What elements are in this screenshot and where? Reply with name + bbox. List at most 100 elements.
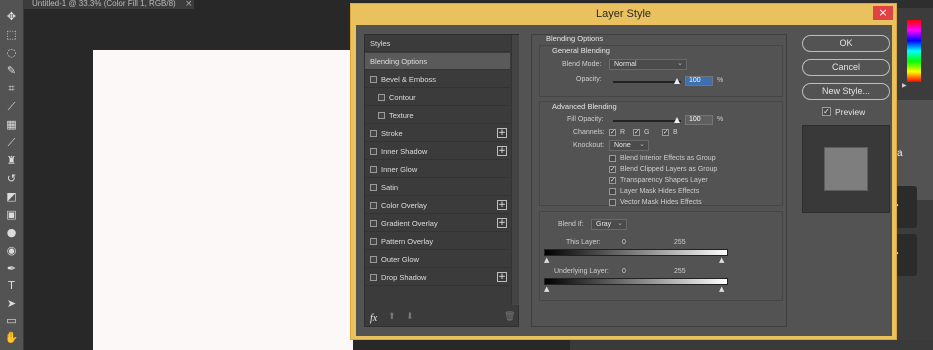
checkbox[interactable] — [370, 130, 377, 137]
document-tab[interactable]: Untitled-1 @ 33.3% (Color Fill 1, RGB/8) — [24, 0, 194, 9]
checkbox[interactable] — [370, 202, 377, 209]
checkbox[interactable] — [378, 94, 385, 101]
checkbox[interactable] — [370, 166, 377, 173]
style-item-texture[interactable]: Texture — [365, 107, 510, 124]
preview-checkbox[interactable]: ✓ — [822, 107, 831, 116]
style-item-drop-shadow[interactable]: Drop Shadow + — [365, 269, 510, 286]
fx-icon[interactable]: fx — [370, 313, 377, 324]
gradient-icon[interactable]: ▣ — [3, 207, 20, 222]
underlying-white-slider[interactable]: ▲ — [719, 285, 724, 293]
add-icon[interactable]: + — [497, 218, 507, 228]
dodge-icon[interactable]: ◉ — [3, 243, 20, 258]
new-style-button[interactable]: New Style... — [802, 83, 890, 100]
checkbox[interactable] — [370, 274, 377, 281]
shape-icon[interactable]: ▭ — [3, 313, 20, 328]
styles-header[interactable]: Styles — [365, 35, 510, 52]
trash-icon[interactable]: 🗑 — [504, 312, 515, 322]
close-icon[interactable]: × — [185, 0, 193, 9]
channel-g-checkbox[interactable]: ✓ — [633, 129, 640, 136]
style-item-stroke[interactable]: Stroke + — [365, 125, 510, 142]
path-select-icon[interactable]: ➤ — [3, 296, 20, 311]
channel-b-checkbox[interactable]: ✓ — [662, 129, 669, 136]
color-spectrum-bar[interactable] — [907, 20, 921, 82]
add-icon[interactable]: + — [497, 272, 507, 282]
add-icon[interactable]: + — [497, 128, 507, 138]
channel-b-label: B — [673, 129, 678, 136]
blend-interior-checkbox[interactable] — [609, 155, 616, 162]
checkbox[interactable] — [370, 238, 377, 245]
spectrum-pointer-icon: ▶ — [902, 82, 907, 89]
cancel-button[interactable]: Cancel — [802, 59, 890, 76]
style-item-gradient-overlay[interactable]: Gradient Overlay + — [365, 215, 510, 232]
style-item-label: Blending Options — [370, 57, 428, 66]
opacity-input[interactable]: 100 — [685, 76, 713, 86]
type-icon[interactable]: T — [3, 278, 20, 293]
channel-r-checkbox[interactable]: ✓ — [609, 129, 616, 136]
stamp-icon[interactable]: ♜ — [3, 153, 20, 168]
chevron-down-icon: ⌄ — [617, 219, 623, 227]
history-brush-icon[interactable]: ↺ — [3, 171, 20, 186]
lasso-icon[interactable]: ◌ — [3, 45, 20, 60]
healing-icon[interactable]: ▦ — [3, 117, 20, 132]
underlying-black-slider[interactable]: ▲ — [544, 285, 549, 293]
vector-mask-hides-checkbox[interactable] — [609, 199, 616, 206]
fill-opacity-slider[interactable] — [613, 120, 681, 122]
eyedropper-icon[interactable]: ⟋ — [3, 99, 20, 114]
checkbox[interactable] — [378, 112, 385, 119]
move-icon[interactable]: ✥ — [3, 9, 20, 24]
pen-icon[interactable]: ✒ — [3, 261, 20, 276]
layer-mask-hides-checkbox[interactable] — [609, 188, 616, 195]
channel-g-label: G — [644, 129, 650, 136]
checkbox[interactable] — [370, 256, 377, 263]
document-canvas[interactable] — [93, 50, 353, 350]
opacity-slider-thumb[interactable] — [674, 78, 680, 84]
knockout-select[interactable]: None ⌄ — [609, 140, 649, 151]
crop-icon[interactable]: ⌗ — [3, 81, 20, 96]
add-icon[interactable]: + — [497, 200, 507, 210]
blend-mode-select[interactable]: Normal ⌄ — [609, 59, 687, 70]
underlying-gradient[interactable] — [544, 278, 728, 285]
blend-clipped-checkbox[interactable]: ✓ — [609, 166, 616, 173]
brush-icon[interactable]: ⟋ — [3, 135, 20, 150]
style-item-color-overlay[interactable]: Color Overlay + — [365, 197, 510, 214]
style-item-inner-glow[interactable]: Inner Glow — [365, 161, 510, 178]
move-down-icon[interactable]: ⬇ — [406, 312, 414, 322]
blending-options-panel: Blending Options General Blending Blend … — [531, 34, 787, 327]
close-button[interactable]: × — [873, 6, 893, 20]
quick-select-icon[interactable]: ✎ — [3, 63, 20, 78]
style-item-inner-shadow[interactable]: Inner Shadow + — [365, 143, 510, 160]
this-layer-gradient[interactable] — [544, 249, 728, 256]
style-item-label: Pattern Overlay — [381, 237, 434, 246]
this-layer-black-slider[interactable]: ▲ — [544, 256, 549, 264]
style-item-contour[interactable]: Contour — [365, 89, 510, 106]
style-item-satin[interactable]: Satin — [365, 179, 510, 196]
add-icon[interactable]: + — [497, 146, 507, 156]
checkbox[interactable] — [370, 76, 377, 83]
blend-if-select[interactable]: Gray ⌄ — [591, 219, 627, 230]
checkbox[interactable] — [370, 184, 377, 191]
this-layer-white-slider[interactable]: ▲ — [719, 256, 724, 264]
hand-icon[interactable]: ✋ — [3, 330, 20, 345]
fill-opacity-slider-thumb[interactable] — [674, 117, 680, 123]
eraser-icon[interactable]: ◩ — [3, 189, 20, 204]
blur-icon[interactable]: ● — [3, 225, 20, 240]
style-item-pattern-overlay[interactable]: Pattern Overlay — [365, 233, 510, 250]
opacity-unit: % — [717, 77, 724, 84]
fill-opacity-input[interactable]: 100 — [685, 115, 713, 125]
style-item-label: Color Overlay — [381, 201, 427, 210]
ok-button[interactable]: OK — [802, 35, 890, 52]
checkbox[interactable] — [370, 220, 377, 227]
marquee-icon[interactable]: ⬚ — [3, 27, 20, 42]
option-label: Layer Mask Hides Effects — [620, 188, 700, 195]
style-item-outer-glow[interactable]: Outer Glow — [365, 251, 510, 268]
transparency-shapes-checkbox[interactable]: ✓ — [609, 177, 616, 184]
styles-scrollbar[interactable] — [511, 35, 519, 305]
checkbox[interactable] — [370, 148, 377, 155]
section-title: Blending Options — [546, 34, 604, 43]
blend-mode-value: Normal — [614, 61, 637, 68]
layer-style-dialog: Layer Style × Styles Blending Options Be… — [350, 3, 897, 340]
move-up-icon[interactable]: ⬆ — [388, 312, 396, 322]
opacity-slider[interactable] — [613, 81, 681, 83]
style-item-blending-options[interactable]: Blending Options — [365, 53, 510, 70]
style-item-bevel-emboss[interactable]: Bevel & Emboss — [365, 71, 510, 88]
